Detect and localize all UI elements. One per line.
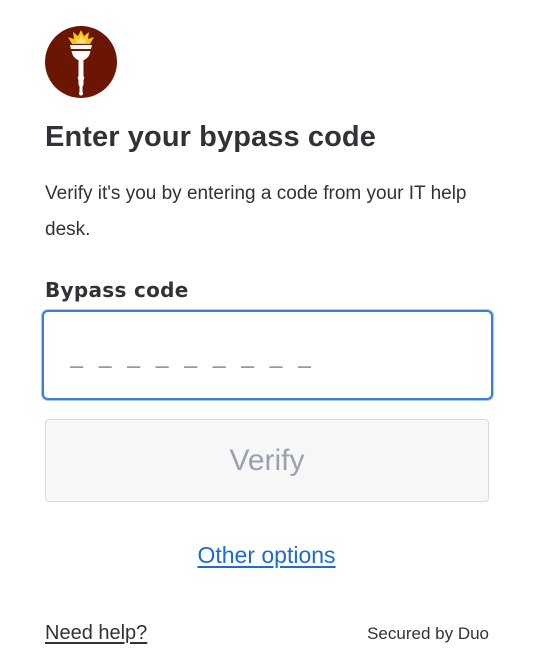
secured-by-duo-text: Secured by Duo [367,624,489,643]
other-options-container: Other options [0,542,533,569]
verify-button[interactable]: Verify [45,419,489,502]
bypass-code-input[interactable] [42,310,493,400]
torch-icon [68,30,94,96]
instruction-text: Verify it's you by entering a code from … [45,183,467,240]
bypass-code-label: Bypass code [45,278,189,302]
organization-logo [45,26,117,98]
page-title: Enter your bypass code [45,121,376,153]
other-options-link[interactable]: Other options [197,542,335,568]
need-help-link[interactable]: Need help? [45,622,147,645]
